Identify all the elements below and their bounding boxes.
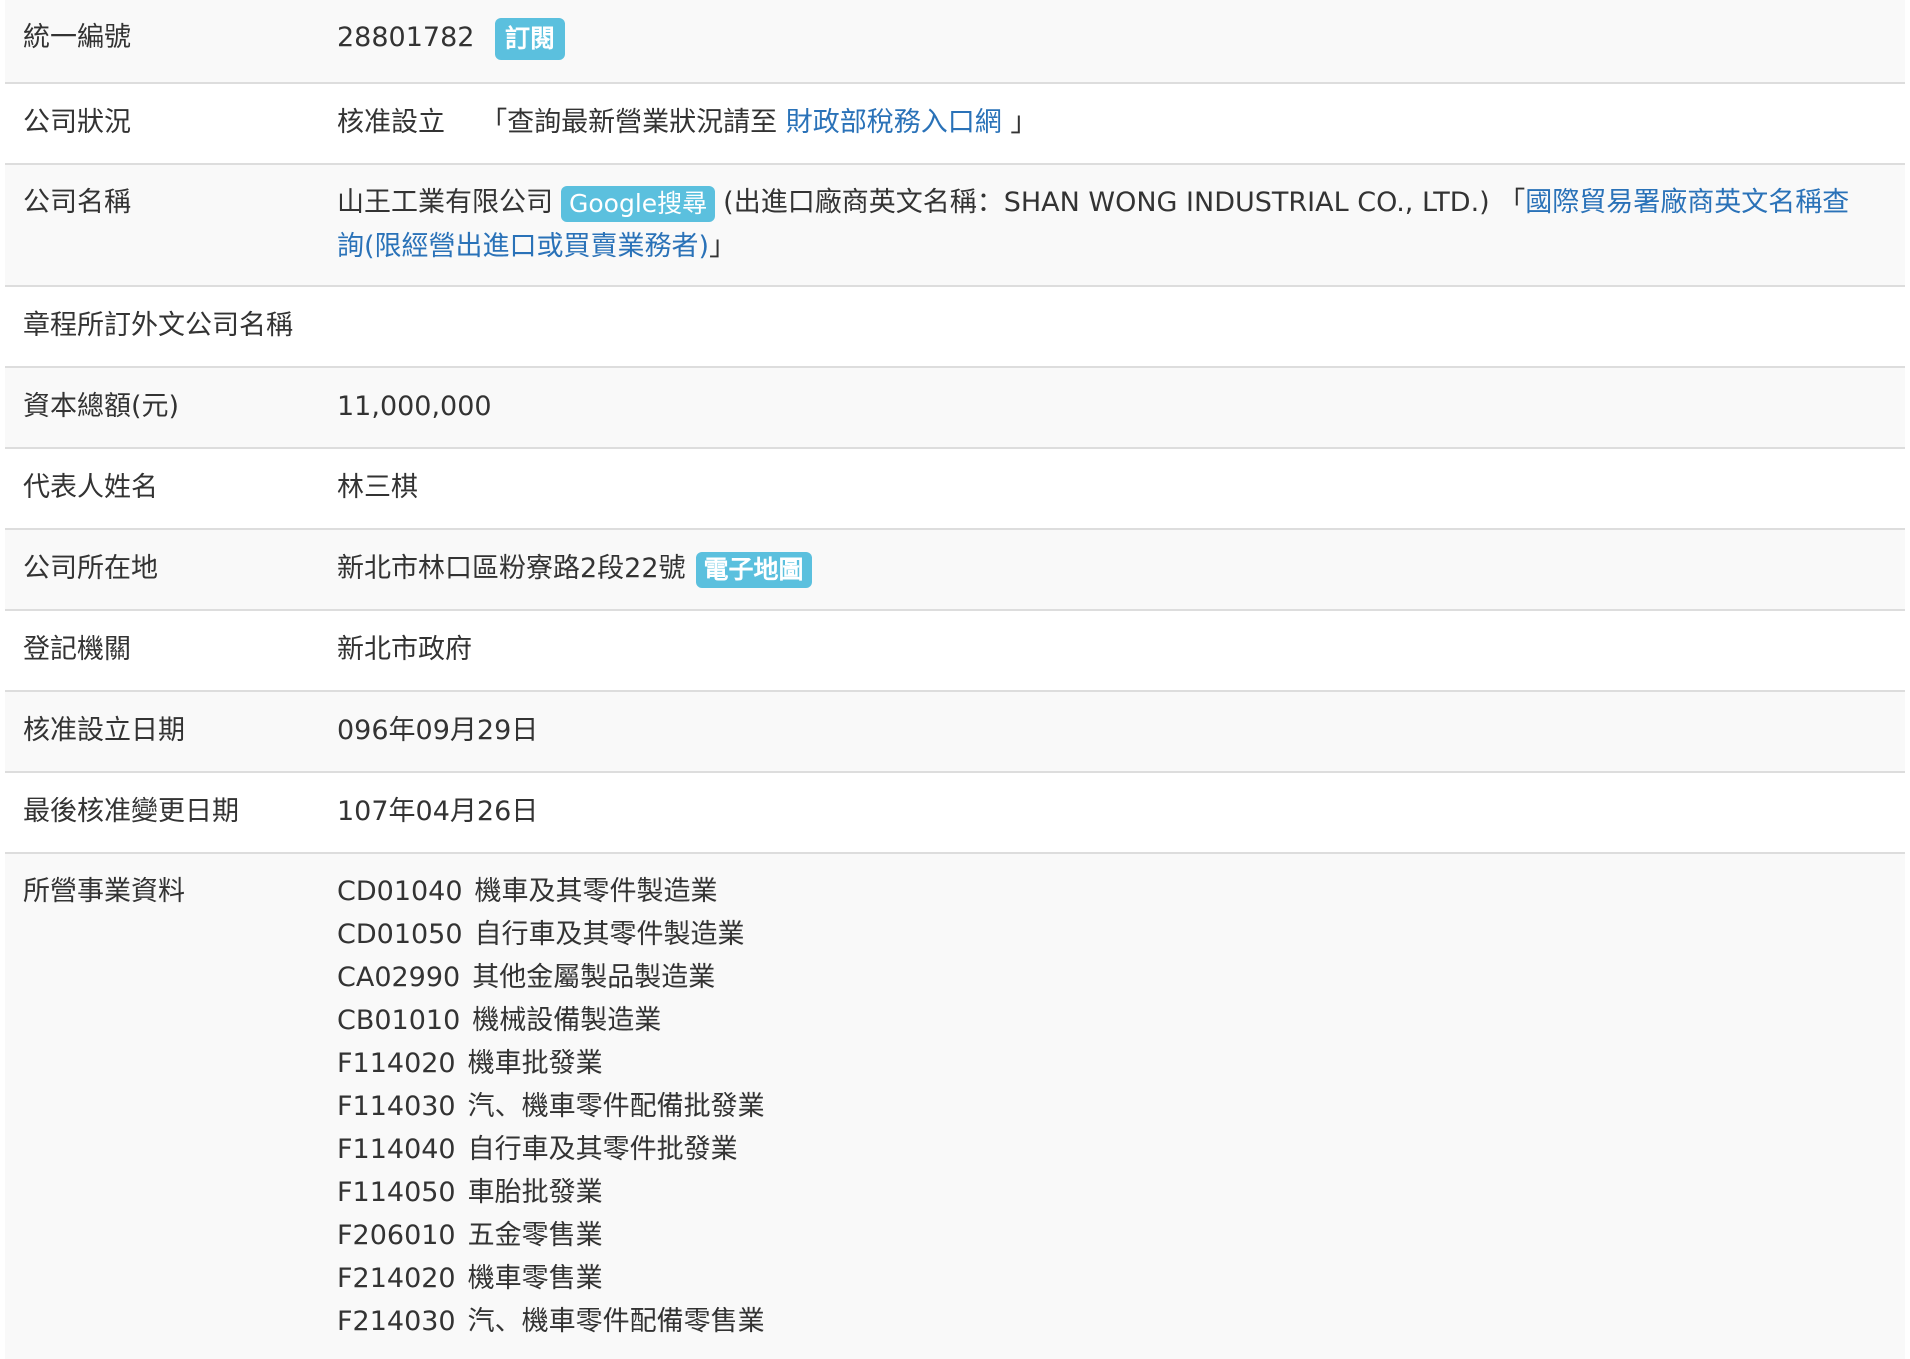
business-name: 自行車及其零件製造業 <box>474 919 745 950</box>
row-authority: 登記機關 新北市政府 <box>5 611 1905 692</box>
business-label: 所營事業資料 <box>23 876 185 907</box>
capital-label: 資本總額(元) <box>23 391 180 422</box>
business-name: 車胎批發業 <box>467 1177 603 1208</box>
row-business: 所營事業資料 CD01040 機車及其零件製造業 CD01050 自行車及其零件製造… <box>5 854 1905 1359</box>
map-button[interactable]: 電子地圖 <box>695 551 812 588</box>
uniform-no-value: 28801782 <box>337 22 475 53</box>
status-note-open: 「查詢最新營業狀況請至 <box>480 107 778 138</box>
business-code: F114050 <box>337 1177 456 1208</box>
subscribe-button[interactable]: 訂閱 <box>495 17 566 60</box>
row-status: 公司狀況 核准設立 「查詢最新營業狀況請至 財政部稅務入口網 」 <box>5 84 1905 165</box>
business-name: 機械設備製造業 <box>472 1005 662 1036</box>
capital-value: 11,000,000 <box>337 391 492 422</box>
tax-portal-link[interactable]: 財政部稅務入口網 <box>786 107 1002 138</box>
company-name-value-cell: 山王工業有限公司 Google搜尋 (出進口廠商英文名稱：SHAN WONG IND… <box>317 165 1905 285</box>
business-code: CD01050 <box>337 919 463 950</box>
business-item: F214030 汽、機車零件配備零售業 <box>337 1300 1875 1343</box>
business-item: CD01050 自行車及其零件製造業 <box>337 913 1875 956</box>
business-item: F114030 汽、機車零件配備批發業 <box>337 1085 1875 1128</box>
company-name-value: 山王工業有限公司 <box>337 187 553 218</box>
status-value: 核准設立 <box>337 107 445 138</box>
business-code: CD01040 <box>337 876 463 907</box>
row-company-name: 公司名稱 山王工業有限公司 Google搜尋 (出進口廠商英文名稱：SHAN WON… <box>5 165 1905 287</box>
representative-label: 代表人姓名 <box>23 472 158 503</box>
row-foreign-name: 章程所訂外文公司名稱 <box>5 287 1905 368</box>
business-name: 機車及其零件製造業 <box>474 876 718 907</box>
uniform-no-value-cell: 28801782 訂閱 <box>317 0 1905 82</box>
business-code: F214020 <box>337 1263 456 1294</box>
business-item: F114050 車胎批發業 <box>337 1171 1875 1214</box>
row-uniform-no: 統一編號 28801782 訂閱 <box>5 0 1905 84</box>
business-item: F206010 五金零售業 <box>337 1214 1875 1257</box>
business-name: 汽、機車零件配備零售業 <box>467 1306 765 1337</box>
foreign-name-label: 章程所訂外文公司名稱 <box>23 310 293 341</box>
authority-label: 登記機關 <box>23 634 131 665</box>
business-code: F114040 <box>337 1134 456 1165</box>
business-code: CB01010 <box>337 1005 461 1036</box>
business-item: CD01040 機車及其零件製造業 <box>337 870 1875 913</box>
representative-value: 林三棋 <box>337 472 418 503</box>
last-change-value: 107年04月26日 <box>337 796 539 827</box>
established-label: 核准設立日期 <box>23 715 185 746</box>
company-name-label: 公司名稱 <box>23 187 131 218</box>
status-value-cell: 核准設立 「查詢最新營業狀況請至 財政部稅務入口網 」 <box>317 84 1905 163</box>
business-name: 其他金屬製品製造業 <box>472 962 716 993</box>
row-established: 核准設立日期 096年09月29日 <box>5 692 1905 773</box>
established-value: 096年09月29日 <box>337 715 539 746</box>
google-search-button[interactable]: Google搜尋 <box>561 185 716 222</box>
company-english-name: (出進口廠商英文名稱：SHAN WONG INDUSTRIAL CO., LTD… <box>723 187 1490 218</box>
trade-link-close: 」 <box>709 231 737 262</box>
foreign-name-value <box>317 287 1905 366</box>
address-label: 公司所在地 <box>23 553 158 584</box>
status-label: 公司狀況 <box>23 107 131 138</box>
business-item: CA02990 其他金屬製品製造業 <box>337 956 1875 999</box>
business-list: CD01040 機車及其零件製造業 CD01050 自行車及其零件製造業 CA029… <box>317 854 1905 1359</box>
last-change-label: 最後核准變更日期 <box>23 796 239 827</box>
business-item: F214020 機車零售業 <box>337 1257 1875 1300</box>
business-item: CB01010 機械設備製造業 <box>337 999 1875 1042</box>
business-item: F114020 機車批發業 <box>337 1042 1875 1085</box>
address-value-cell: 新北市林口區粉寮路2段22號 電子地圖 <box>317 530 1905 609</box>
business-name: 自行車及其零件批發業 <box>467 1134 738 1165</box>
business-code: F214030 <box>337 1306 456 1337</box>
authority-value: 新北市政府 <box>337 634 472 665</box>
business-code: CA02990 <box>337 962 461 993</box>
row-representative: 代表人姓名 林三棋 <box>5 449 1905 530</box>
business-code: F206010 <box>337 1220 456 1251</box>
row-capital: 資本總額(元) 11,000,000 <box>5 368 1905 449</box>
uniform-no-label: 統一編號 <box>23 22 131 53</box>
address-value: 新北市林口區粉寮路2段22號 <box>337 553 686 584</box>
business-item: F114040 自行車及其零件批發業 <box>337 1128 1875 1171</box>
row-address: 公司所在地 新北市林口區粉寮路2段22號 電子地圖 <box>5 530 1905 611</box>
business-code: F114030 <box>337 1091 456 1122</box>
business-name: 汽、機車零件配備批發業 <box>467 1091 765 1122</box>
business-name: 機車批發業 <box>467 1048 603 1079</box>
company-info-table: 統一編號 28801782 訂閱 公司狀況 核准設立 「查詢最新營業狀況請至 財… <box>5 0 1905 1359</box>
trade-link-open: 「 <box>1498 187 1526 218</box>
status-note-close: 」 <box>1010 107 1038 138</box>
row-last-change: 最後核准變更日期 107年04月26日 <box>5 773 1905 854</box>
business-code: F114020 <box>337 1048 456 1079</box>
business-name: 五金零售業 <box>467 1220 603 1251</box>
business-name: 機車零售業 <box>467 1263 603 1294</box>
